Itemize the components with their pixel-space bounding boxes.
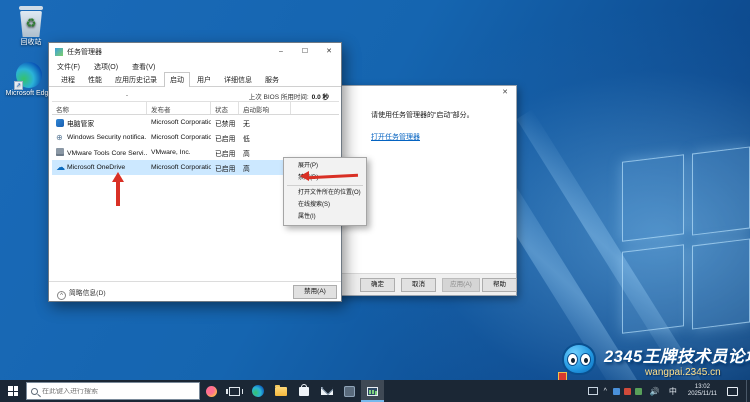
column-impact[interactable]: 启动影响 [239,102,291,114]
context-menu: 展开(P) 禁用(D) 打开文件所在的位置(O) 在线搜索(S) 属性(I) [283,157,367,226]
recycle-glyph: ♻ [20,16,42,30]
tab-users[interactable]: 用户 [191,72,217,86]
disable-button[interactable]: 禁用(A) [293,285,337,299]
vmware-icon [56,148,64,156]
mail-icon[interactable] [315,380,338,402]
recycle-bin-icon [19,6,43,10]
shortcut-arrow-icon: ↗ [14,81,23,90]
tab-services[interactable]: 服务 [259,72,285,86]
apply-button: 应用(A) [442,278,480,292]
menu-item-search-online[interactable]: 在线搜索(S) [284,199,366,211]
ok-button[interactable]: 确定 [360,278,395,292]
tray-icon[interactable] [624,388,631,395]
dialog-titlebar: ✕ [331,86,516,99]
table-header: 名称 ˇ 发布者 状态 启动影响 [52,102,339,115]
tab-processes[interactable]: 进程 [55,72,81,86]
open-task-manager-link[interactable]: 打开任务管理器 [371,132,420,142]
dialog-message: 请使用任务管理器的“启动”部分。 [371,110,474,120]
table-row[interactable]: ⊕Windows Security notifica... Microsoft … [52,130,339,145]
menu-file[interactable]: 文件(F) [57,62,80,72]
dialog-close-icon[interactable]: ✕ [498,87,512,98]
task-manager-taskbar-icon[interactable] [361,380,384,402]
edge-icon: ↗ [16,62,42,88]
file-explorer-icon[interactable] [269,380,292,402]
taskbar-clock[interactable]: 13:02 2025/11/11 [688,384,717,398]
pc-manager-icon [56,119,64,127]
taskbar-edge-icon[interactable] [246,380,269,402]
column-blank [291,102,339,114]
security-notification-icon: ⊕ [56,134,64,142]
taskbar-news-icon[interactable] [200,380,223,402]
column-name[interactable]: 名称 ˇ [52,102,147,114]
taskbar: ^ 🔊 中 13:02 2025/11/11 [0,380,750,402]
menu-item-open-file-location[interactable]: 打开文件所在的位置(O) [284,187,366,199]
notification-center-icon[interactable] [727,387,738,396]
menu-separator [287,185,363,186]
cancel-button[interactable]: 取消 [401,278,436,292]
store-icon[interactable] [292,380,315,402]
column-publisher[interactable]: 发布者 [147,102,211,114]
sort-indicator-icon: ˇ [126,96,128,102]
menu-view[interactable]: 查看(V) [132,62,155,72]
clock-time: 13:02 [688,384,717,391]
tray-expand-caret-icon[interactable]: ^ [604,388,607,395]
system-tray: ^ 🔊 中 13:02 2025/11/11 [588,380,750,402]
watermark-url: wangpai.2345.cn [604,367,750,378]
collapse-caret-icon: ^ [57,291,66,300]
annotation-arrow-left [300,171,358,182]
search-icon [31,388,38,395]
desktop-icon-recycle-bin[interactable]: ♻ 回收站 [2,6,60,47]
annotation-arrow-up [112,172,124,206]
start-button[interactable] [0,380,26,402]
windows-logo-pane [692,238,750,329]
tab-details[interactable]: 详细信息 [218,72,258,86]
ime-indicator[interactable]: 中 [669,386,677,397]
tab-strip: 进程 性能 应用历史记录 启动 用户 详细信息 服务 [49,73,341,87]
task-view-icon[interactable] [223,380,246,402]
tab-startup[interactable]: 启动 [164,72,190,87]
minimize-button[interactable]: – [269,43,293,60]
tray-icon[interactable] [613,388,620,395]
taskbar-search[interactable] [26,382,200,400]
maximize-button[interactable]: ☐ [293,43,317,60]
search-input[interactable] [42,388,162,395]
forum-watermark: 2345王牌技术员论坛 wangpai.2345.cn [558,338,750,382]
details-toggle[interactable]: ^简略信息(D) [57,287,106,300]
vmware-taskbar-icon[interactable] [338,380,361,402]
column-status[interactable]: 状态 [211,102,239,114]
watermark-title: 2345王牌技术员论坛 [604,343,750,367]
task-manager-app-icon [55,48,63,56]
menu-options[interactable]: 选项(O) [94,62,118,72]
windows-logo-pane [692,146,750,235]
window-title: 任务管理器 [67,47,269,57]
bios-time: 上次 BIOS 所用时间:0.0 秒 [249,91,329,101]
tray-icon[interactable] [635,388,642,395]
tab-app-history[interactable]: 应用历史记录 [109,72,163,86]
tray-app-icon[interactable] [588,387,598,395]
windows-logo-pane [622,244,684,334]
onedrive-icon: ☁ [56,164,64,172]
table-row[interactable]: 电脑管家 Microsoft Corporation 已禁用 无 [52,115,339,130]
close-button[interactable]: ✕ [317,43,341,60]
titlebar[interactable]: 任务管理器 – ☐ ✕ [49,43,341,60]
task-manager-footer: ^简略信息(D) 禁用(A) [49,281,341,301]
windows-logo-icon [8,386,18,396]
windows-logo-pane [622,154,684,242]
tab-performance[interactable]: 性能 [82,72,108,86]
clock-date: 2025/11/11 [688,391,717,398]
dialog-footer: 确定 取消 应用(A) 帮助 [331,273,516,295]
menu-item-properties[interactable]: 属性(I) [284,211,366,223]
show-desktop-button[interactable] [746,380,750,402]
volume-icon[interactable]: 🔊 [650,387,660,396]
help-button[interactable]: 帮助 [482,278,517,292]
mascot-icon [558,339,600,381]
